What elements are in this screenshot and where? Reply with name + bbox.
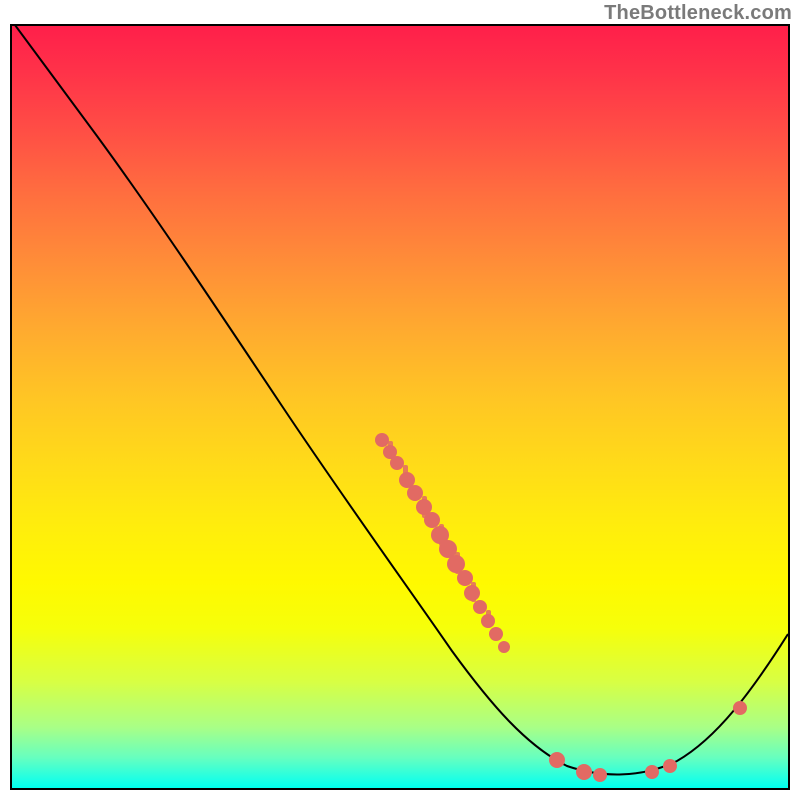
- marker-cluster-descending: [375, 433, 510, 653]
- curve-line: [12, 26, 788, 774]
- watermark-text: TheBottleneck.com: [604, 2, 792, 25]
- marker-cluster-rising: [733, 701, 747, 715]
- plot-frame: [10, 24, 790, 790]
- plot-svg: [12, 26, 788, 788]
- chart-container: TheBottleneck.com: [0, 0, 800, 800]
